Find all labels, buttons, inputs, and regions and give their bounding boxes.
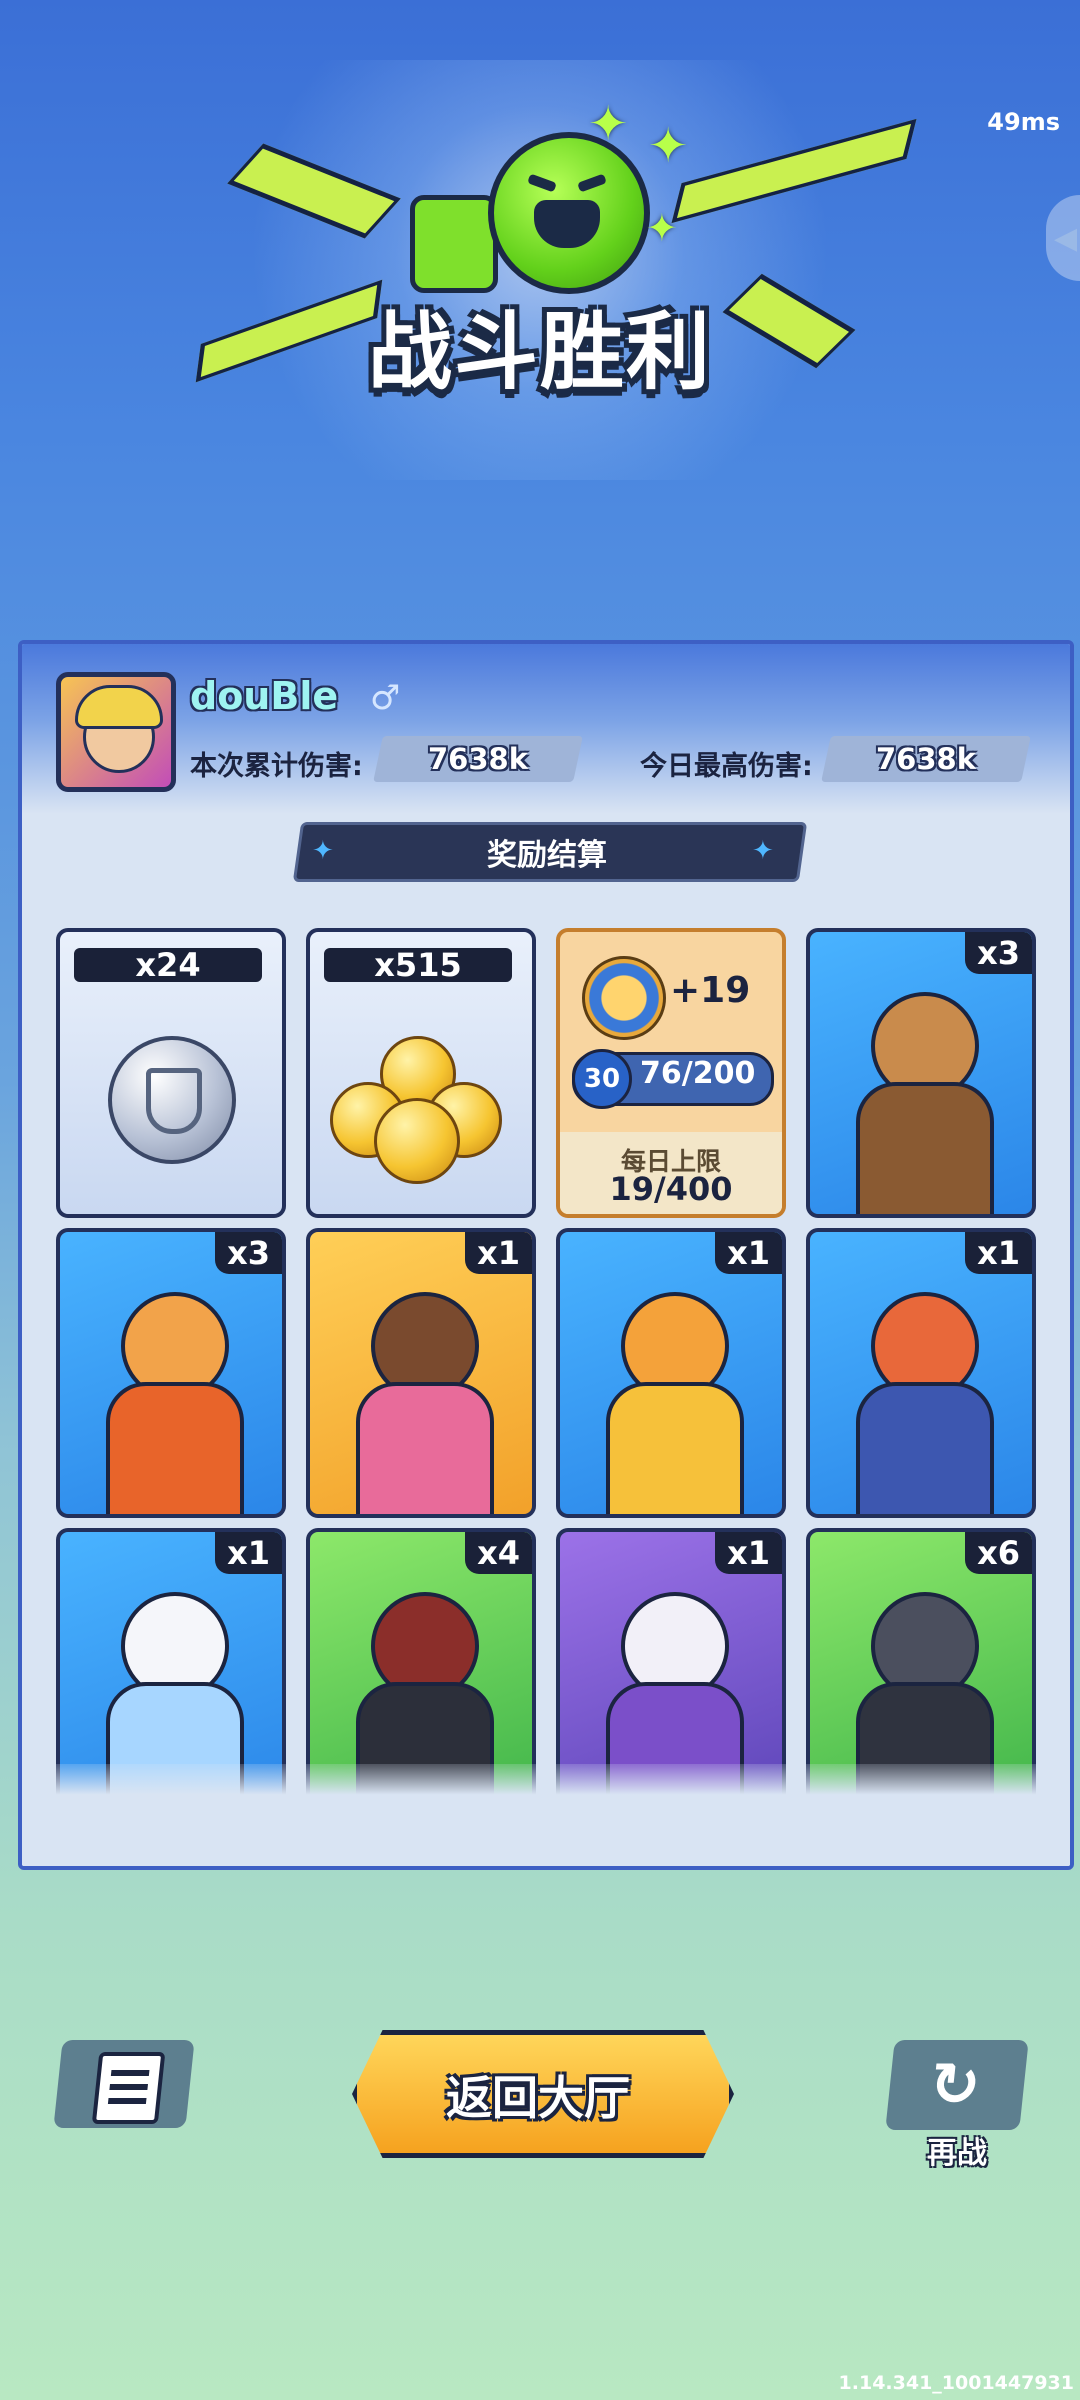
sparkle-star-icon: ✦ — [588, 96, 629, 152]
character-portrait — [336, 1272, 506, 1514]
total-damage-label: 本次累计伤害: — [190, 751, 363, 782]
return-lobby-label[interactable]: 返回大厅 — [352, 2062, 724, 2128]
retry-button[interactable]: ↻ — [885, 2040, 1029, 2130]
character-portrait — [86, 1272, 256, 1514]
exp-medal-icon — [582, 956, 666, 1040]
reward-card-character[interactable]: x1 — [306, 1228, 536, 1518]
sparkle-star-icon: ✦ — [646, 206, 678, 250]
refresh-icon: ↻ — [926, 2050, 984, 2120]
exp-level: 30 — [572, 1049, 632, 1109]
side-drawer-tab[interactable]: ◀ — [1046, 195, 1080, 281]
reward-quantity: x1 — [715, 1232, 782, 1274]
retry-label[interactable]: 再战 — [890, 2128, 1024, 2172]
daily-best-label: 今日最高伤害: — [640, 751, 813, 782]
character-portrait — [586, 1272, 756, 1514]
player-name: douBle — [190, 674, 339, 718]
daily-limit-value: 19/400 — [609, 1170, 733, 1208]
fist-icon — [410, 195, 498, 293]
reward-quantity: x3 — [965, 932, 1032, 974]
total-damage-value: 7638k — [428, 742, 528, 776]
reward-quantity: x6 — [965, 1532, 1032, 1574]
gender-male-icon: ♂ — [370, 678, 401, 718]
reward-quantity: x515 — [324, 948, 512, 982]
chevron-left-icon: ◀ — [1054, 221, 1078, 256]
character-portrait — [836, 1272, 1006, 1514]
character-portrait — [836, 972, 1006, 1214]
reward-quantity: x1 — [215, 1532, 282, 1574]
reward-quantity: x1 — [715, 1532, 782, 1574]
reward-card-character[interactable]: x3 — [56, 1228, 286, 1518]
reward-card-character[interactable]: x3 — [806, 928, 1036, 1218]
ping-indicator: 49ms — [987, 108, 1060, 136]
reward-quantity: x24 — [74, 948, 262, 982]
exp-progress: 76/200 — [640, 1056, 756, 1091]
player-avatar[interactable] — [56, 672, 176, 792]
reward-quantity: x3 — [215, 1232, 282, 1274]
exp-gain: +19 — [670, 970, 751, 1011]
silver-coin-icon — [108, 1036, 236, 1164]
rewards-header: 奖励结算 — [487, 838, 607, 873]
result-panel: douBle ♂ 本次累计伤害: 7638k 今日最高伤害: 7638k ✦ ✦… — [18, 640, 1074, 1870]
sparkle-star-icon: ✦ — [648, 118, 689, 174]
reward-card-gold[interactable]: x515 — [306, 928, 536, 1218]
reward-quantity: x1 — [465, 1232, 532, 1274]
reward-card-silver[interactable]: x24 — [56, 928, 286, 1218]
reward-quantity: x1 — [965, 1232, 1032, 1274]
reward-card-character[interactable]: x1 — [556, 1228, 786, 1518]
reward-quantity: x4 — [465, 1532, 532, 1574]
green-mascot-icon — [488, 132, 650, 294]
scroll-fade — [22, 1764, 1070, 1866]
document-icon — [91, 2052, 166, 2124]
battle-log-button[interactable] — [53, 2040, 195, 2128]
reward-card-character[interactable]: x1 — [806, 1228, 1036, 1518]
daily-best-value: 7638k — [876, 742, 976, 776]
reward-card-exp[interactable]: +19 30 76/200 每日上限 19/400 — [556, 928, 786, 1218]
version-label: 1.14.341_1001447931 — [838, 2372, 1074, 2394]
victory-title: 战斗胜利 — [367, 303, 712, 401]
